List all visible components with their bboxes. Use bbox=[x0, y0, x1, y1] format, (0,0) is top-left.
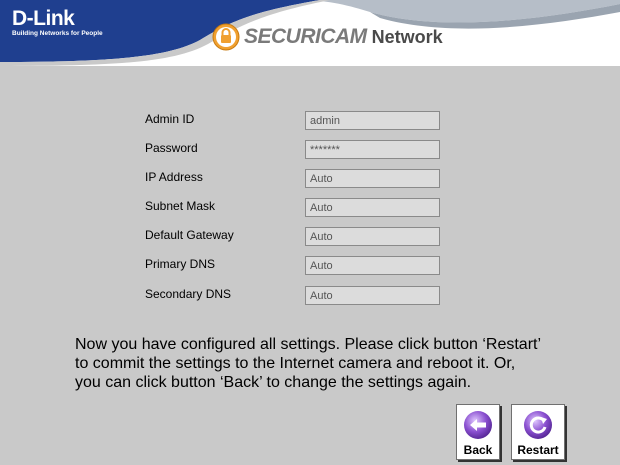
back-label: Back bbox=[463, 443, 493, 457]
header-banner: D-Link Building Networks for People SECU… bbox=[0, 0, 620, 66]
restart-button[interactable]: Restart bbox=[511, 404, 565, 460]
dlink-logo: D-Link bbox=[12, 7, 75, 30]
primary-dns-label: Primary DNS bbox=[145, 257, 216, 271]
subnet-mask-label: Subnet Mask bbox=[145, 199, 216, 213]
restart-icon bbox=[524, 411, 552, 439]
default-gateway-label: Default Gateway bbox=[145, 228, 234, 242]
back-arrow-icon bbox=[464, 411, 492, 439]
default-gateway-field[interactable] bbox=[305, 227, 440, 246]
admin-id-label: Admin ID bbox=[145, 112, 195, 126]
lock-icon bbox=[212, 23, 240, 51]
brand-network: Network bbox=[371, 26, 443, 47]
admin-id-field[interactable] bbox=[305, 111, 440, 130]
password-label: Password bbox=[145, 141, 198, 155]
dlink-tagline: Building Networks for People bbox=[12, 30, 103, 37]
ip-address-field[interactable] bbox=[305, 169, 440, 188]
ip-address-label: IP Address bbox=[145, 170, 203, 184]
restart-label: Restart bbox=[517, 443, 559, 457]
secondary-dns-field[interactable] bbox=[305, 286, 440, 305]
securicam-brand: SECURICAM Network bbox=[212, 23, 443, 51]
brand-securicam: SECURICAM bbox=[244, 25, 367, 48]
subnet-mask-field[interactable] bbox=[305, 198, 440, 217]
secondary-dns-label: Secondary DNS bbox=[145, 287, 232, 301]
back-button[interactable]: Back bbox=[456, 404, 500, 460]
instruction-message: Now you have configured all settings. Pl… bbox=[75, 336, 541, 391]
primary-dns-field[interactable] bbox=[305, 256, 440, 275]
password-field[interactable] bbox=[305, 140, 440, 159]
